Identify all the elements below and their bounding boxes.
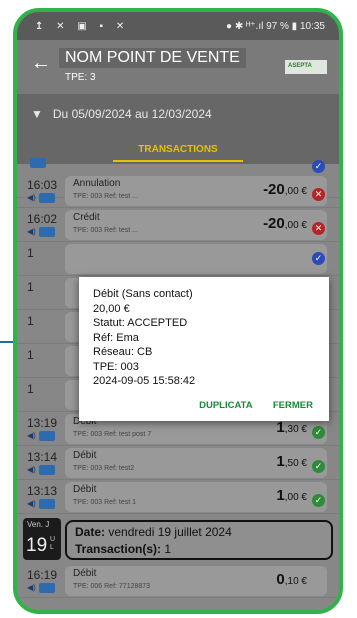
detail-reference: Réf: Ema [93,331,139,344]
table-row[interactable]: 16:02 ◀) Crédit TPE: 003 Ref: test ... -… [17,208,339,242]
date-label: Date: [75,525,106,539]
row-time-partial: 1 [27,382,34,396]
row-label: Débit [73,568,97,579]
success-icon: ✓ [312,460,325,473]
row-time: 13:19 [27,416,58,430]
card-icon [38,583,55,593]
row-time-partial: 1 [27,348,34,362]
brand-logo: ASEPTA [285,60,327,74]
row-label: Débit [73,450,97,461]
date-value: vendredi 19 juillet 2024 [108,525,232,539]
row-time: 16:03 [27,178,58,192]
row-ref: TPE: 003 Ref: test 1 [73,499,137,506]
status-icon: ✓ [312,252,325,265]
row-box [65,244,327,274]
detail-datetime: 2024-09-05 15:58:42 [93,375,196,387]
row-time-partial: 1 [27,314,34,328]
row-label: Crédit [73,212,100,223]
detail-terminal: TPE: 003 [93,360,139,373]
row-ref: TPE: 006 Ref: 77128873 [73,583,151,590]
dialog-actions: DUPLICATA FERMER [181,400,313,411]
detail-amount: 20,00 € [93,302,130,315]
table-row[interactable]: 16:19 ◀) Débit TPE: 006 Ref: 77128873 0,… [17,564,339,598]
status-icon: ✓ [312,160,325,173]
row-label: Débit [73,484,97,495]
row-amount: -20,00 € [263,181,307,198]
day-suffix: UL [50,536,56,551]
table-row[interactable]: 13:14 ◀) Débit TPE: 003 Ref: test2 1,50 … [17,446,339,480]
error-icon: ✕ [312,188,325,201]
day-header: Ven. J 19 UL Date: vendredi 19 juillet 2… [17,516,339,562]
day-summary: Date: vendredi 19 juillet 2024 Transacti… [65,520,333,560]
row-ref: TPE: 003 Ref: test post 7 [73,431,152,438]
phone-frame: ↥ ✕ ▣ ▪ ✕ ● ✱ ᴴ⁺.ıl 97 % ▮ 10:35 ← NOM P… [13,8,343,614]
row-icons: ◀) [27,227,55,237]
terminal-label: TPE: 3 [65,72,96,83]
transactions-count: 1 [164,542,172,556]
table-row[interactable]: 13:13 ◀) Débit TPE: 003 Ref: test 1 1,00… [17,480,339,514]
row-time-partial: 1 [27,280,34,294]
row-amount: 0,10 € [276,571,307,588]
row-icons [27,158,46,168]
tab-bar: TRANSACTIONS [17,134,339,164]
detail-network: Réseau: CB [93,346,153,358]
transaction-detail-dialog: Débit (Sans contact) 20,00 € Statut: ACC… [79,277,329,421]
card-icon [38,465,55,475]
row-ref: TPE: 003 Ref: test ... [73,227,138,234]
table-row[interactable]: 1 ✓ [17,242,339,276]
row-amount: 1,00 € [276,487,307,504]
app-bar: ← NOM POINT DE VENTE TPE: 3 ASEPTA [17,40,339,94]
day-number: 19 [26,535,48,556]
detail-type: Débit (Sans contact) [93,288,193,300]
duplicate-button[interactable]: DUPLICATA [199,400,252,411]
row-amount: -20,00 € [263,215,307,232]
detail-status: Statut: ACCEPTED [93,317,188,329]
row-time: 13:13 [27,484,58,498]
back-arrow-icon[interactable]: ← [31,52,51,75]
card-icon [38,193,55,203]
error-icon: ✕ [312,222,325,235]
row-ref: TPE: 003 Ref: test ... [73,193,138,200]
row-time: 16:19 [27,568,58,582]
row-icons: ◀) [27,465,55,475]
notification-icons: ↥ ✕ ▣ ▪ ✕ [35,20,130,32]
status-bar: ↥ ✕ ▣ ▪ ✕ ● ✱ ᴴ⁺.ıl 97 % ▮ 10:35 [17,12,339,40]
page-title: NOM POINT DE VENTE [59,48,246,68]
row-time-partial: 1 [27,246,34,260]
date-range: Du 05/09/2024 au 12/03/2024 [52,107,212,121]
close-button[interactable]: FERMER [273,400,313,411]
row-label: Annulation [73,178,121,189]
success-icon: ✓ [312,426,325,439]
row-icons: ◀) [27,431,55,441]
transactions-label: Transaction(s): [75,542,162,556]
row-time: 16:02 [27,212,58,226]
tab-transactions[interactable]: TRANSACTIONS [113,134,243,162]
card-icon [38,499,55,509]
success-icon: ✓ [312,494,325,507]
row-amount: 1,30 € [276,419,307,436]
row-icons: ◀) [27,193,55,203]
filter-icon[interactable]: ▼ [31,107,43,121]
card-icon [38,431,55,441]
date-filter-bar[interactable]: ▼ Du 05/09/2024 au 12/03/2024 [17,94,339,134]
row-ref: TPE: 003 Ref: test2 [73,465,135,472]
day-name: Ven. J [27,520,50,529]
row-amount: 1,50 € [276,453,307,470]
table-row[interactable]: 16:03 ◀) Annulation TPE: 003 Ref: test .… [17,174,339,208]
row-time: 13:14 [27,450,58,464]
card-icon [38,227,55,237]
row-icons: ◀) [27,583,55,593]
card-icon [30,158,46,168]
system-status: ● ✱ ᴴ⁺.ıl 97 % ▮ 10:35 [226,20,325,32]
day-badge: Ven. J 19 UL [23,518,61,560]
row-icons: ◀) [27,499,55,509]
